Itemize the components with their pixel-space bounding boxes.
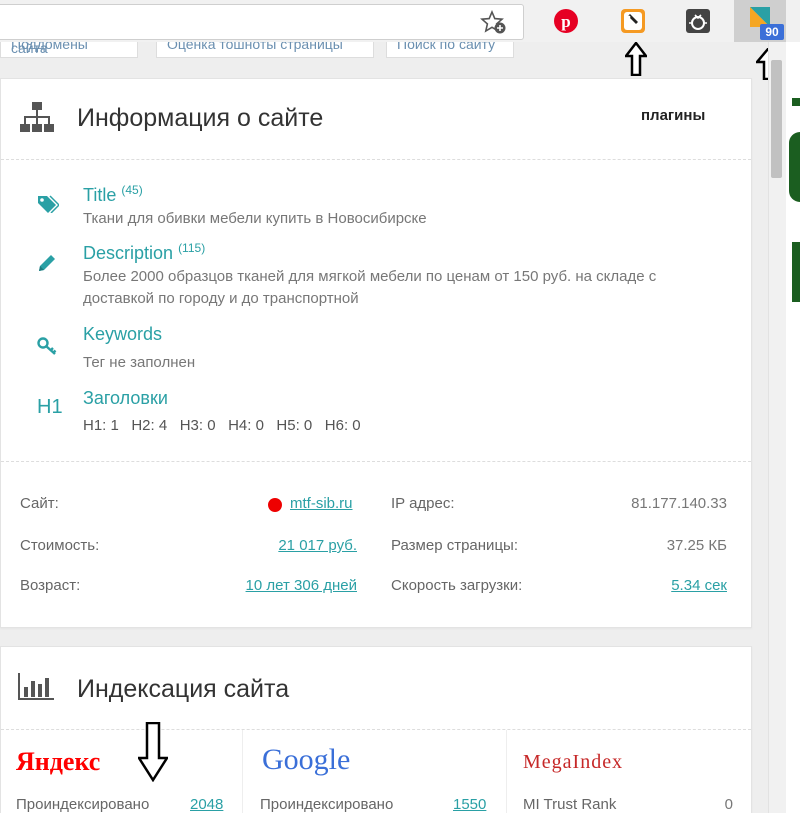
status-dot: [268, 498, 282, 512]
pr-cy-extension-button[interactable]: 90: [734, 0, 786, 42]
pencil-icon: [37, 253, 57, 273]
megaindex-metric: MI Trust Rank: [523, 796, 617, 813]
divider: [1, 729, 751, 730]
bar-chart-icon: [17, 671, 55, 701]
side-strip: [786, 42, 800, 813]
scrollbar-thumb[interactable]: [771, 60, 782, 178]
bug-extension-icon[interactable]: [684, 7, 712, 35]
tag-icon: [37, 195, 59, 213]
yandex-metric: Проиндексировано: [16, 796, 150, 813]
load-speed-link[interactable]: 5.34 сек: [561, 577, 727, 594]
side-decoration: [792, 98, 800, 106]
load-speed-key: Скорость загрузки:: [391, 577, 523, 594]
ip-value: 81.177.140.33: [631, 495, 727, 512]
title-label[interactable]: Title (45): [83, 183, 143, 206]
extension-badge: 90: [760, 24, 784, 40]
yandex-value[interactable]: 2048: [190, 796, 223, 813]
google-value[interactable]: 1550: [453, 796, 486, 813]
section-title: Индексация сайта: [77, 675, 290, 703]
yandex-logo: Яндекс: [16, 747, 101, 776]
divider: [242, 730, 243, 813]
headings-counts: H1: 1 H2: 4 H3: 0 H4: 0 H5: 0 H6: 0: [83, 417, 361, 434]
title-value: Ткани для обивки мебели купить в Новосиб…: [83, 210, 427, 227]
pinterest-icon[interactable]: p: [552, 7, 580, 35]
headings-label[interactable]: Заголовки: [83, 388, 168, 409]
down-arrow-icon: [138, 722, 168, 782]
divider: [1, 461, 751, 462]
address-bar[interactable]: [0, 4, 524, 40]
page-size-key: Размер страницы:: [391, 537, 518, 554]
description-value: Более 2000 образцов тканей для мягкой ме…: [83, 268, 657, 307]
google-metric: Проиндексировано: [260, 796, 394, 813]
subtab-keyword-density[interactable]: Оценка тошноты страницы: [156, 42, 374, 58]
subtab-site-search[interactable]: Поиск по сайту: [386, 42, 514, 58]
site-info-card: Информация о сайте плагины Title (45) Тк…: [0, 78, 752, 628]
side-decoration: [789, 132, 800, 202]
tag-extension-icon[interactable]: [619, 7, 647, 35]
site-link[interactable]: mtf-sib.ru: [290, 495, 353, 512]
svg-text:p: p: [561, 12, 570, 31]
cost-link[interactable]: 21 017 руб.: [201, 537, 357, 554]
description-label[interactable]: Description (115): [83, 241, 205, 264]
up-arrow-icon: [625, 42, 647, 76]
side-decoration: [792, 242, 800, 302]
plugins-label[interactable]: плагины: [641, 107, 705, 124]
page-content: Поддомены сайта Оценка тошноты страницы …: [0, 42, 768, 813]
divider: [1, 159, 751, 160]
cost-key: Стоимость:: [20, 537, 100, 554]
sitemap-icon: [19, 101, 55, 133]
keywords-value: Тег не заполнен: [83, 354, 196, 371]
ip-key: IP адрес:: [391, 495, 455, 512]
page-size-value: 37.25 КБ: [666, 537, 727, 554]
browser-toolbar: p 90: [0, 0, 800, 42]
h1-icon: H1: [37, 396, 63, 418]
google-logo: Google: [262, 743, 351, 776]
bookmark-star-icon[interactable]: [480, 10, 508, 36]
subtab-subdomains[interactable]: Поддомены сайта: [0, 42, 138, 58]
megaindex-logo: MegaIndex: [523, 751, 624, 773]
indexing-card: Индексация сайта Яндекс Проиндексировано…: [0, 646, 752, 813]
megaindex-value: 0: [724, 796, 733, 813]
keywords-label[interactable]: Keywords: [83, 324, 162, 345]
site-key: Сайт:: [20, 495, 59, 512]
divider: [506, 730, 507, 813]
age-key: Возраст:: [20, 577, 81, 594]
age-link[interactable]: 10 лет 306 дней: [201, 577, 357, 594]
key-icon: [37, 337, 59, 355]
section-title: Информация о сайте: [77, 104, 324, 132]
